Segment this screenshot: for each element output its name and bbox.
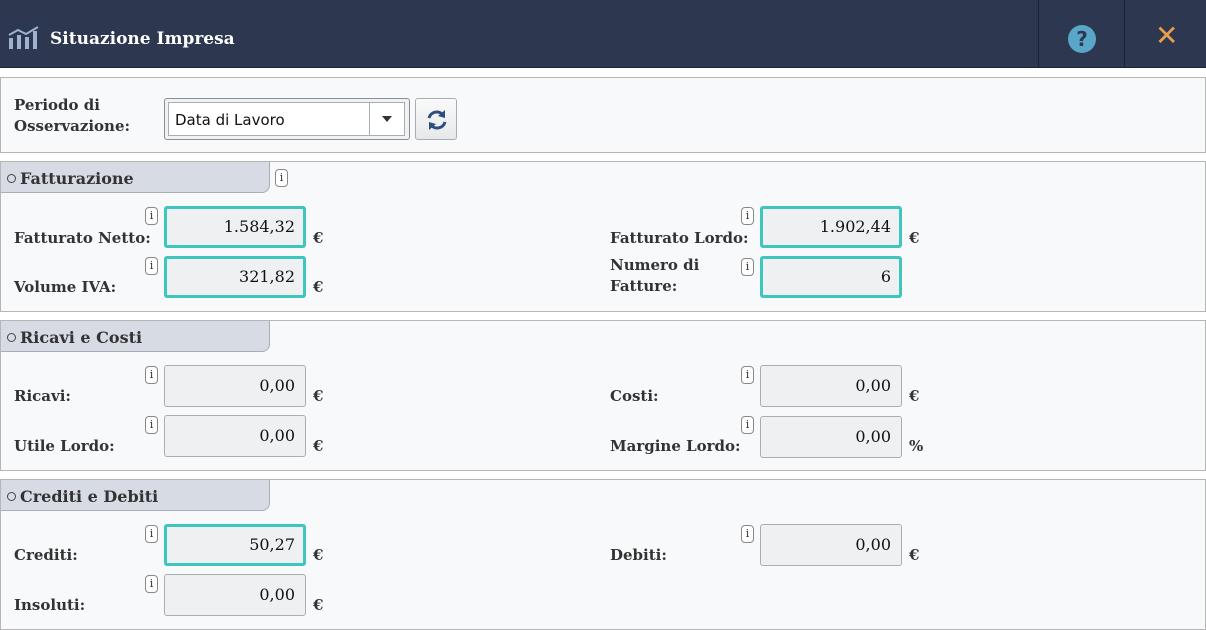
currency-unit: € <box>909 229 920 247</box>
collapse-icon <box>7 174 16 183</box>
chevron-down-icon[interactable] <box>382 116 392 122</box>
title-bar: Situazione Impresa ? ✕ <box>0 0 1206 68</box>
utile-lordo-label: Utile Lordo: <box>14 437 115 455</box>
window-title: Situazione Impresa <box>50 29 235 49</box>
currency-unit: € <box>313 387 324 405</box>
numero-fatture-field: 6 <box>760 256 902 298</box>
fatturato-lordo-field: 1.902,44 <box>760 206 902 248</box>
costi-field: 0,00 <box>760 365 902 407</box>
info-icon[interactable]: i <box>741 366 754 384</box>
insoluti-field: 0,00 <box>164 574 306 616</box>
currency-unit: € <box>909 546 920 564</box>
info-icon[interactable]: i <box>145 575 158 593</box>
crediti-label: Crediti: <box>14 546 78 564</box>
utile-lordo-field: 0,00 <box>164 415 306 457</box>
info-icon[interactable]: i <box>741 207 754 225</box>
currency-unit: € <box>313 437 324 455</box>
fatturazione-panel: Fatturazione i Fatturato Netto: i 1.584,… <box>0 161 1206 312</box>
section-title: Fatturazione <box>20 169 134 188</box>
debiti-label: Debiti: <box>610 546 667 564</box>
fatturato-netto-field: 1.584,32 <box>164 206 306 248</box>
info-icon[interactable]: i <box>741 525 754 543</box>
info-icon[interactable]: i <box>145 207 158 225</box>
section-title: Ricavi e Costi <box>20 328 143 347</box>
fatturato-lordo-label: Fatturato Lordo: <box>610 229 749 247</box>
currency-unit: € <box>313 546 324 564</box>
numero-fatture-label: Numero di Fatture: <box>610 256 700 295</box>
refresh-button[interactable] <box>415 98 457 140</box>
currency-unit: € <box>909 387 920 405</box>
currency-unit: € <box>313 596 324 614</box>
period-select-value: Data di Lavoro <box>175 111 285 129</box>
crediti-debiti-panel: Crediti e Debiti Crediti: i 50,27 € Debi… <box>0 479 1206 630</box>
help-icon: ? <box>1068 25 1096 53</box>
collapse-icon <box>7 333 16 342</box>
collapse-icon <box>7 492 16 501</box>
info-icon[interactable]: i <box>145 366 158 384</box>
volume-iva-field: 321,82 <box>164 256 306 298</box>
section-header-fatturazione[interactable]: Fatturazione <box>1 162 270 193</box>
margine-lordo-label: Margine Lordo: <box>610 437 741 455</box>
margine-lordo-field: 0,00 <box>760 416 902 458</box>
select-divider <box>369 103 370 135</box>
percent-unit: % <box>909 437 924 455</box>
period-select[interactable]: Data di Lavoro <box>164 98 410 140</box>
close-button[interactable]: ✕ <box>1124 0 1206 68</box>
section-header-crediti-debiti[interactable]: Crediti e Debiti <box>1 480 270 511</box>
volume-iva-label: Volume IVA: <box>14 278 117 296</box>
info-icon[interactable]: i <box>275 169 288 187</box>
info-icon[interactable]: i <box>145 416 158 434</box>
ricavi-costi-panel: Ricavi e Costi Ricavi: i 0,00 € Costi: i… <box>0 320 1206 471</box>
info-icon[interactable]: i <box>145 257 158 275</box>
debiti-field: 0,00 <box>760 524 902 566</box>
insoluti-label: Insoluti: <box>14 596 86 614</box>
ricavi-label: Ricavi: <box>14 387 71 405</box>
period-select-field: Data di Lavoro <box>168 102 405 136</box>
costi-label: Costi: <box>610 387 659 405</box>
currency-unit: € <box>313 278 324 296</box>
info-icon[interactable]: i <box>741 416 754 434</box>
section-header-ricavi-costi[interactable]: Ricavi e Costi <box>1 321 270 352</box>
crediti-field: 50,27 <box>164 524 306 566</box>
close-icon: ✕ <box>1155 19 1179 52</box>
help-button[interactable]: ? <box>1038 0 1122 68</box>
ricavi-field: 0,00 <box>164 365 306 407</box>
period-panel: Periodo di Osservazione: Data di Lavoro <box>0 77 1206 153</box>
section-title: Crediti e Debiti <box>20 487 159 506</box>
period-label: Periodo di Osservazione: <box>14 96 131 135</box>
refresh-icon <box>427 110 447 130</box>
fatturato-netto-label: Fatturato Netto: <box>14 229 151 247</box>
info-icon[interactable]: i <box>145 525 158 543</box>
info-icon[interactable]: i <box>741 258 754 276</box>
currency-unit: € <box>313 229 324 247</box>
chart-icon <box>8 26 39 49</box>
